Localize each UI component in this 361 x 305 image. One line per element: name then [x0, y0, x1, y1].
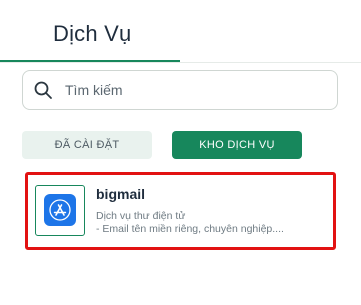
search-input[interactable] [65, 71, 325, 109]
header-divider [0, 62, 361, 63]
app-name: bigmail [96, 186, 146, 202]
page-title: Dịch Vụ [53, 21, 132, 46]
search-icon [34, 81, 52, 99]
app-description-line-1: Dịch vụ thư điện tử [96, 210, 186, 222]
tab-installed[interactable]: ĐÃ CÀI ĐẶT [22, 131, 152, 159]
app-store-icon [44, 194, 76, 226]
app-icon-frame [35, 185, 85, 236]
page-header: Dịch Vụ [0, 0, 361, 63]
search-box[interactable] [22, 70, 338, 110]
app-description-line-2: - Email tên miền riêng, chuyên nghiệp...… [96, 223, 284, 235]
tab-service-store[interactable]: KHO DỊCH VỤ [172, 131, 302, 159]
app-card-bigmail[interactable]: bigmail Dịch vụ thư điện tử - Email tên … [25, 172, 336, 250]
